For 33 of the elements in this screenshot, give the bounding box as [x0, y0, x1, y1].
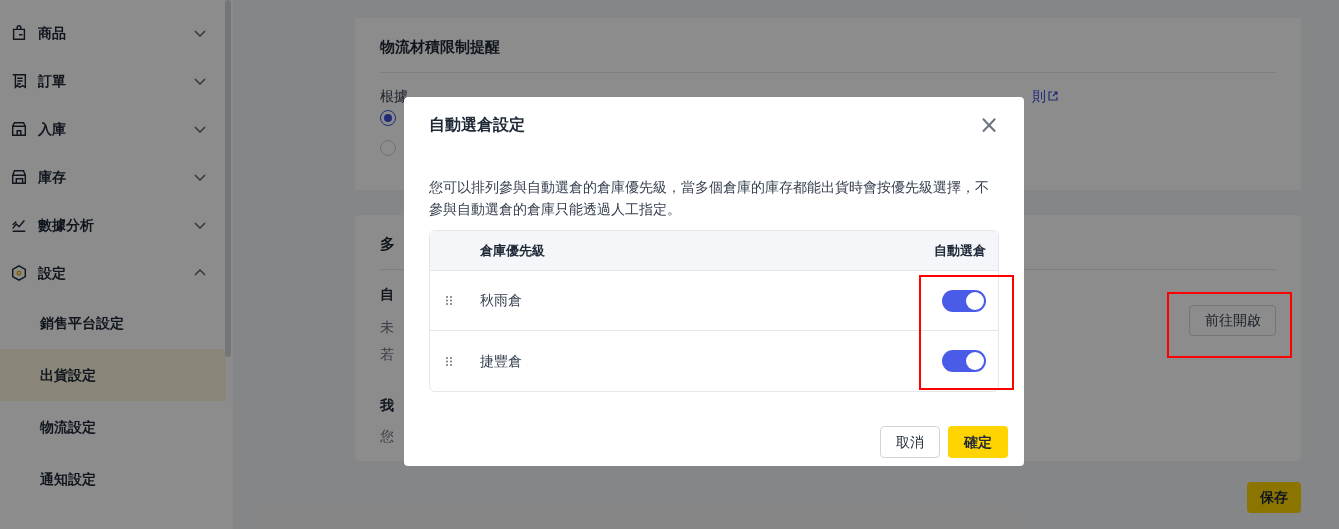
external-link-icon: [1048, 91, 1058, 101]
bag-icon: [10, 24, 28, 42]
nav-subitem[interactable]: 通知設定: [0, 453, 226, 505]
save-button[interactable]: 保存: [1247, 482, 1301, 513]
settings-icon: [10, 264, 28, 282]
drag-handle-icon[interactable]: [446, 296, 452, 305]
column-header: 倉庫優先級: [480, 241, 546, 260]
store-icon: [10, 120, 28, 138]
dialog-title: 自動選倉設定: [429, 114, 525, 135]
cancel-button[interactable]: 取消: [880, 426, 940, 458]
warehouse-icon: [10, 168, 28, 186]
card-title: 物流材積限制提醒: [380, 37, 501, 57]
description-text: 未: [380, 318, 394, 337]
table-cell-text: 秋雨倉: [480, 291, 523, 310]
nav-subitem[interactable]: 出貨設定: [0, 349, 226, 401]
section-title: 自: [380, 285, 394, 304]
table-cell-text: 捷豐倉: [480, 351, 523, 371]
nav-subitem[interactable]: 物流設定: [0, 401, 226, 453]
receipt-icon: [10, 72, 28, 90]
column-header: 自動選倉: [934, 241, 986, 260]
enable-button[interactable]: 前往開啟: [1189, 305, 1276, 336]
confirm-button[interactable]: 確定: [948, 426, 1008, 458]
description-text: 若: [380, 345, 394, 364]
card-title: 多: [380, 234, 395, 254]
description-text: 根據: [380, 86, 408, 106]
rule-link[interactable]: 則: [1032, 85, 1058, 107]
toggle-switch[interactable]: [942, 289, 986, 312]
description-text: 您: [380, 427, 394, 446]
dialog-description: 您可以排列參與自動選倉的倉庫優先級，當多個倉庫的庫存都能出貨時會按優先級選擇，不參與自動選倉的倉庫只能透過人工指定。: [429, 178, 990, 219]
toggle-switch[interactable]: [942, 350, 986, 372]
section-title: 我: [380, 396, 394, 415]
close-button[interactable]: ×: [979, 114, 999, 135]
drag-handle-icon[interactable]: [446, 356, 452, 366]
